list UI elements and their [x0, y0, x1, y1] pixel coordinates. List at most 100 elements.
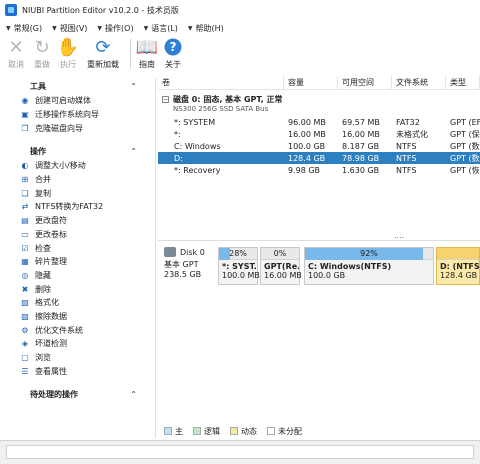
cell-free: 16.00 MB — [342, 129, 380, 139]
sidebar-item-migrate-os[interactable]: ▣ 迁移操作系统向导 — [0, 108, 155, 122]
sidebar-item-label: 碎片整理 — [35, 257, 67, 267]
cell-type: GPT (保 — [450, 129, 480, 139]
usage-bar: 28% — [219, 248, 257, 260]
sidebar-item-copy[interactable]: ❏ 复制 — [0, 186, 155, 200]
reload-button[interactable]: ⟳ 重新加载 — [84, 36, 122, 70]
usage-percent: 0% — [273, 249, 287, 258]
sidebar-item-delete[interactable]: ✖ 删除 — [0, 282, 155, 296]
status-bar — [0, 440, 480, 464]
legend-swatch — [230, 427, 238, 435]
collapse-icon[interactable]: − — [162, 96, 169, 103]
about-button[interactable]: ? 关于 — [163, 36, 183, 70]
disk-0-label[interactable]: Disk 0 基本 GPT 238.5 GB — [164, 247, 216, 287]
sidebar-item-check[interactable]: ☑ 检查 — [0, 241, 155, 255]
sidebar-item-bad-sector[interactable]: ◈ 坏道检测 — [0, 337, 155, 351]
cell-fs: NTFS — [396, 165, 417, 175]
cell-free: 78.98 GB — [342, 153, 380, 163]
partition-size: 100.0 MB — [222, 271, 260, 280]
cell-free: 1.630 GB — [342, 165, 380, 175]
column-type[interactable]: 类型 — [446, 75, 480, 90]
convert-icon: ⇄ — [21, 202, 29, 212]
sidebar-item-label[interactable]: ▭ 更改卷标 — [0, 228, 155, 242]
usage-percent: 28% — [229, 249, 247, 258]
sidebar-item-explore[interactable]: ▢ 浏览 — [0, 351, 155, 365]
book-icon: 📖 — [135, 36, 159, 58]
cell-free: 69.57 MB — [342, 117, 380, 127]
sidebar-item-hide[interactable]: ◎ 隐藏 — [0, 269, 155, 283]
column-file-system[interactable]: 文件系统 — [392, 75, 446, 90]
sidebar-item-label: 格式化 — [35, 298, 59, 308]
partition-size: 100.0 GB — [308, 271, 346, 280]
splitter-handle[interactable]: .... — [394, 231, 404, 240]
column-volume[interactable]: 卷 — [158, 75, 284, 90]
label-icon: ▭ — [21, 229, 29, 239]
properties-icon: ☰ — [21, 366, 29, 376]
toolbar: ✕ 取消 ↻ 重做 ✋ 执行 ⟳ 重新加载 📖 指南 ? 关于 — [0, 36, 480, 76]
menu-general[interactable]: ▼ 常规(G) — [6, 23, 42, 34]
menu-view[interactable]: ▼ 视图(V) — [52, 23, 87, 34]
disk-row[interactable]: − 磁盘 0: 固态, 基本 GPT, 正常 NS300 256G SSD SAT… — [158, 90, 480, 116]
cell-fs: FAT32 — [396, 117, 420, 127]
guide-button[interactable]: 📖 指南 — [135, 36, 159, 70]
sidebar: 工具 ⌃ ◉ 创建可启动媒体 ▣ 迁移操作系统向导 ❐ 克隆磁盘向导 操作 ⌃ ◐ 调整大小… — [0, 78, 156, 438]
sidebar-item-label: 隐藏 — [35, 270, 51, 280]
bad-sector-icon: ◈ — [21, 339, 29, 349]
cell-type: GPT (数 — [450, 141, 480, 151]
partition-block[interactable]: 28% *: SYST...100.0 MB — [218, 247, 260, 285]
cell-capacity: 96.00 MB — [288, 117, 326, 127]
legend-swatch — [267, 427, 275, 435]
sidebar-item-optimize[interactable]: ⚙ 优化文件系统 — [0, 323, 155, 337]
pending-section-header[interactable]: 待处理的操作 ⌃ — [0, 386, 155, 402]
sidebar-item-resize[interactable]: ◐ 调整大小/移动 — [0, 159, 155, 173]
sidebar-item-label: 检查 — [35, 243, 51, 253]
wipe-icon: ▨ — [21, 311, 29, 321]
menu-operation[interactable]: ▼ 操作(O) — [97, 23, 133, 34]
thumbs-up-icon: ✋ — [56, 36, 80, 58]
table-row[interactable]: C: Windows 100.0 GB 8.187 GB NTFS GPT (数 — [158, 140, 480, 152]
chevron-down-icon: ▼ — [97, 24, 103, 32]
operations-section-header[interactable]: 操作 ⌃ — [0, 143, 155, 159]
sidebar-item-properties[interactable]: ☰ 查看属性 — [0, 364, 155, 378]
table-row[interactable]: *: Recovery 9.98 GB 1.630 GB NTFS GPT (恢 — [158, 164, 480, 176]
cell-capacity: 100.0 GB — [288, 141, 326, 151]
partition-block[interactable]: D: (NTFS) 128.4 GB — [436, 247, 480, 285]
legend-item: 动态 — [230, 426, 257, 437]
cell-fs: NTFS — [396, 153, 417, 163]
sidebar-item-clone-disk[interactable]: ❐ 克隆磁盘向导 — [0, 121, 155, 135]
sidebar-item-merge[interactable]: ⊞ 合并 — [0, 173, 155, 187]
cell-type: GPT (数 — [450, 153, 480, 163]
sidebar-item-label: 删除 — [35, 284, 51, 294]
apply-button[interactable]: ✋ 执行 — [56, 36, 80, 70]
sidebar-item-format[interactable]: ▧ 格式化 — [0, 296, 155, 310]
table-row[interactable]: D: 128.4 GB 78.98 GB NTFS GPT (数 — [158, 152, 480, 164]
partition-block[interactable]: 0% GPT(Re...16.00 MB — [260, 247, 302, 285]
sidebar-item-drive-letter[interactable]: ▤ 更改盘符 — [0, 214, 155, 228]
table-row[interactable]: *: 16.00 MB 16.00 MB 未格式化 GPT (保 — [158, 128, 480, 140]
column-capacity[interactable]: 容量 — [284, 75, 338, 90]
sidebar-item-label: 坏道检测 — [35, 339, 67, 349]
usage-bar — [437, 248, 479, 260]
sidebar-item-defrag[interactable]: ▦ 碎片整理 — [0, 255, 155, 269]
check-icon: ☑ — [21, 243, 29, 253]
drive-letter-icon: ▤ — [21, 216, 29, 226]
redo-button[interactable]: ↻ 重做 — [32, 36, 52, 70]
table-row[interactable]: *: SYSTEM 96.00 MB 69.57 MB FAT32 GPT (EFI — [158, 116, 480, 128]
chevron-down-icon: ▼ — [6, 24, 11, 32]
menu-language[interactable]: ▼ 语言(L) — [144, 23, 178, 34]
sidebar-item-label: 合并 — [35, 175, 51, 185]
cell-volume: *: — [174, 129, 181, 139]
merge-icon: ⊞ — [21, 175, 29, 185]
app-logo-icon — [5, 4, 17, 16]
sidebar-item-label: 优化文件系统 — [35, 325, 83, 335]
disk-map: Disk 0 基本 GPT238.5 GB 28%*: SYST...100.0… — [158, 240, 480, 290]
cancel-button[interactable]: ✕ 取消 — [6, 36, 26, 70]
column-free-space[interactable]: 可用空间 — [338, 75, 392, 90]
partition-block[interactable]: 92% C: Windows(NTFS) 100.0 GB — [304, 247, 434, 285]
menu-help[interactable]: ▼ 帮助(H) — [188, 23, 224, 34]
tools-section-header[interactable]: 工具 ⌃ — [0, 78, 155, 94]
sidebar-item-wipe[interactable]: ▨ 擦除数据 — [0, 310, 155, 324]
sidebar-item-convert[interactable]: ⇄ NTFS转换为FAT32 — [0, 200, 155, 214]
legend-item: 逻辑 — [193, 426, 220, 437]
cell-capacity: 9.98 GB — [288, 165, 321, 175]
sidebar-item-bootable-media[interactable]: ◉ 创建可启动媒体 — [0, 94, 155, 108]
